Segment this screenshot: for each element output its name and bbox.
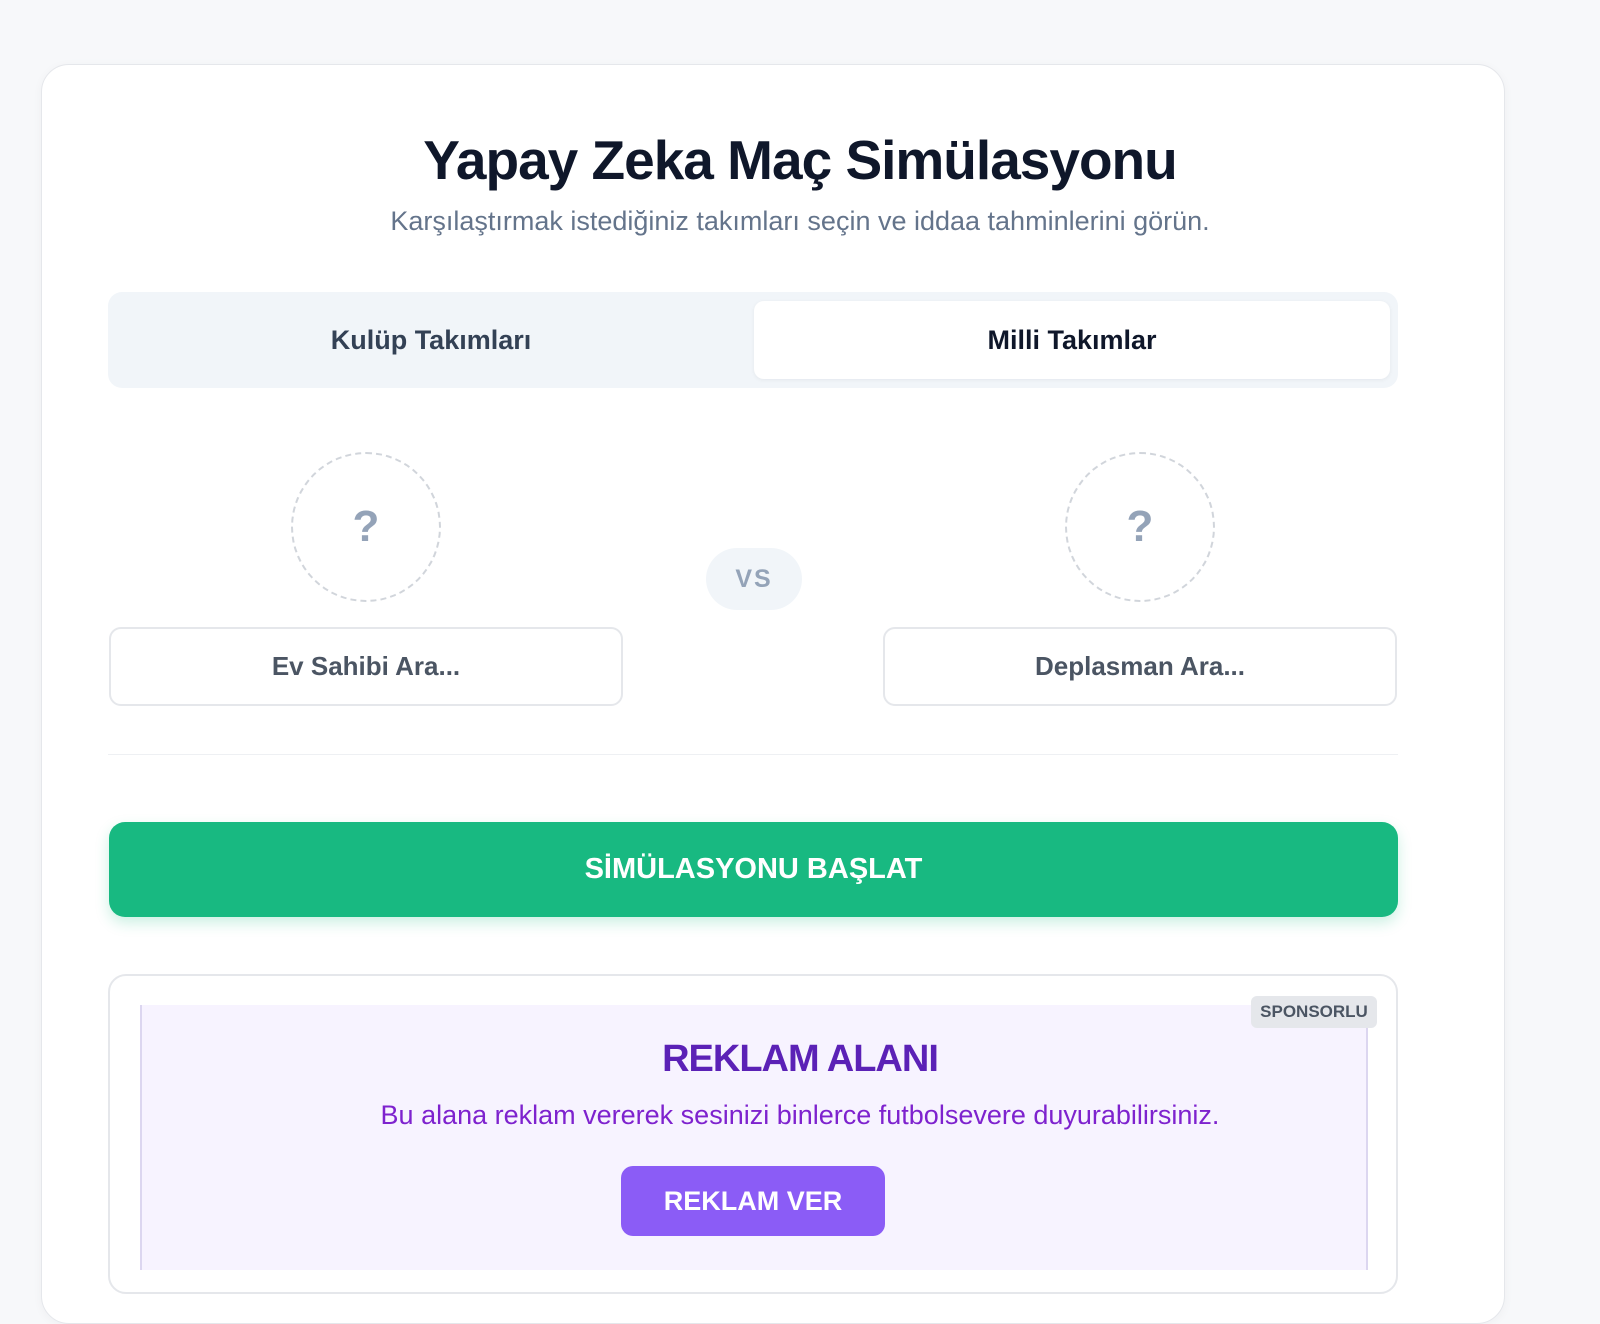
ad-title: REKLAM ALANI bbox=[662, 1038, 939, 1080]
tab-club-teams[interactable]: Kulüp Takımları bbox=[116, 301, 746, 379]
vs-badge: VS bbox=[706, 548, 802, 610]
ad-description: Bu alana reklam vererek sesinizi binlerc… bbox=[380, 1100, 1220, 1130]
away-team-logo-placeholder: ? bbox=[1065, 452, 1215, 602]
start-simulation-button[interactable]: SİMÜLASYONU BAŞLAT bbox=[109, 822, 1398, 917]
page-title: Yapay Zeka Maç Simülasyonu bbox=[423, 129, 1178, 191]
home-team-logo-placeholder: ? bbox=[291, 452, 441, 602]
team-type-tabs: Kulüp Takımları Milli Takımlar bbox=[108, 292, 1398, 388]
question-mark-icon: ? bbox=[352, 502, 380, 551]
home-team-search-input[interactable]: Ev Sahibi Ara... bbox=[109, 627, 623, 706]
page-subtitle: Karşılaştırmak istediğiniz takımları seç… bbox=[390, 206, 1210, 236]
question-mark-icon: ? bbox=[1126, 502, 1154, 551]
tab-national-teams[interactable]: Milli Takımlar bbox=[754, 301, 1390, 379]
sponsored-badge: SPONSORLU bbox=[1251, 996, 1377, 1028]
away-team-search-input[interactable]: Deplasman Ara... bbox=[883, 627, 1397, 706]
section-divider bbox=[108, 754, 1398, 755]
advertise-button[interactable]: REKLAM VER bbox=[621, 1166, 885, 1236]
